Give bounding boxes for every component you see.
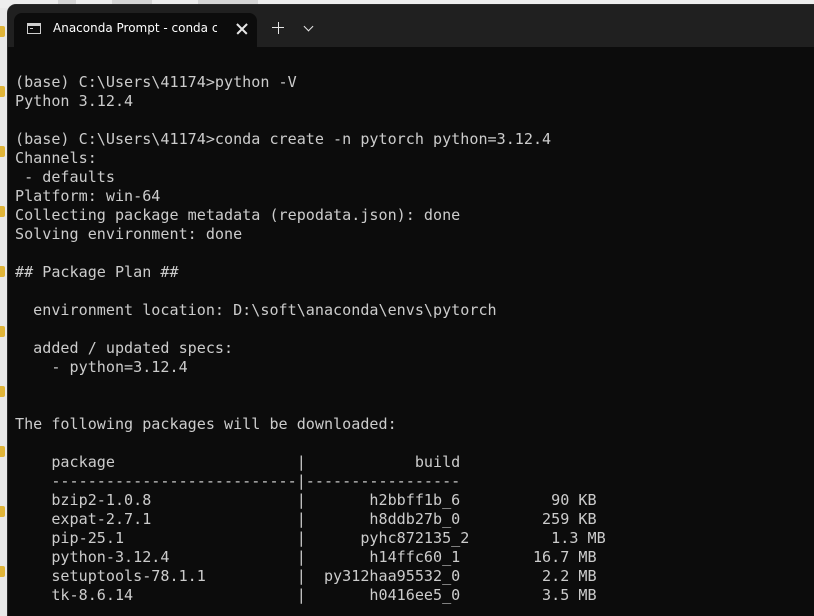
chevron-down-icon[interactable] (298, 17, 320, 39)
terminal-line: added / updated specs: (15, 339, 234, 357)
terminal-line: Channels: (15, 149, 97, 167)
title-bar: Anaconda Prompt - conda cr (8, 5, 814, 47)
terminal-line: setuptools-78.1.1 | py312haa95532_0 2.2 … (15, 567, 597, 585)
terminal-line: ## Package Plan ## (15, 263, 179, 281)
background-desktop-edge (0, 8, 8, 616)
terminal-line: Platform: win-64 (15, 187, 161, 205)
close-icon[interactable] (232, 19, 252, 39)
terminal-output-area[interactable]: (base) C:\Users\41174>python -V Python 3.… (8, 47, 814, 616)
terminal-line: Solving environment: done (15, 225, 243, 243)
terminal-line: (base) C:\Users\41174>conda create -n py… (15, 130, 552, 148)
terminal-window: Anaconda Prompt - conda cr (base) C:\Use… (8, 5, 814, 616)
terminal-line: environment location: D:\soft\anaconda\e… (15, 301, 497, 319)
terminal-line: - python=3.12.4 (15, 358, 188, 376)
plus-icon[interactable] (268, 17, 290, 39)
terminal-line: Python 3.12.4 (15, 92, 134, 110)
terminal-line: Collecting package metadata (repodata.js… (15, 206, 461, 224)
tab-title: Anaconda Prompt - conda cr (53, 21, 217, 35)
terminal-line: python-3.12.4 | h14ffc60_1 16.7 MB (15, 548, 597, 566)
terminal-line: (base) C:\Users\41174>python -V (15, 73, 297, 91)
terminal-line: The following packages will be downloade… (15, 415, 397, 433)
terminal-line: pip-25.1 | pyhc872135_2 1.3 MB (15, 529, 606, 547)
terminal-line: package | build (15, 453, 461, 471)
terminal-line: bzip2-1.0.8 | h2bbff1b_6 90 KB (15, 491, 597, 509)
terminal-line: ---------------------------|------------… (15, 472, 461, 490)
terminal-line: - defaults (15, 168, 115, 186)
terminal-line: tk-8.6.14 | h0416ee5_0 3.5 MB (15, 586, 597, 604)
terminal-line: expat-2.7.1 | h8ddb27b_0 259 KB (15, 510, 597, 528)
terminal-output: (base) C:\Users\41174>python -V Python 3.… (15, 73, 606, 605)
terminal-icon (27, 23, 41, 34)
tab-anaconda-prompt[interactable]: Anaconda Prompt - conda cr (14, 13, 257, 47)
